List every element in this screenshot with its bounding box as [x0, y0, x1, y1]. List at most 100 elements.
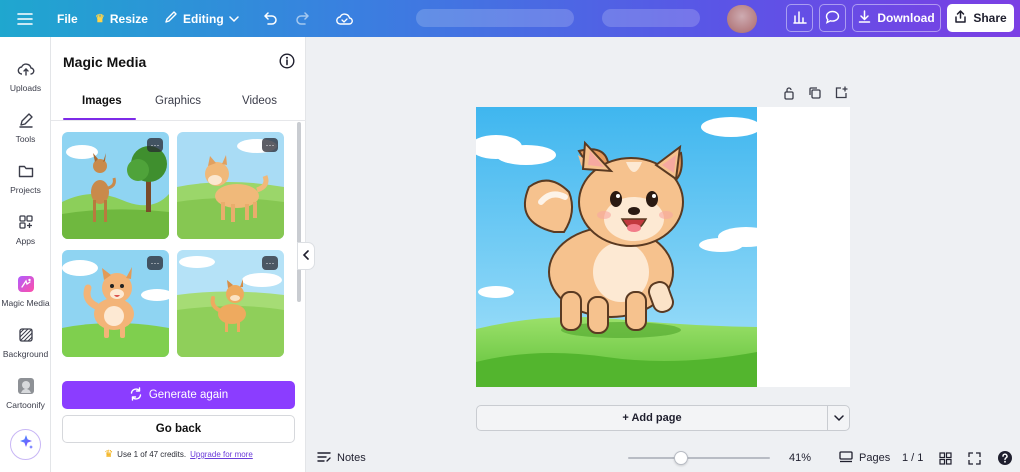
rail-item-background[interactable]: Background — [0, 325, 51, 359]
add-page-icon[interactable] — [834, 86, 848, 105]
cloud-saved-icon[interactable] — [336, 0, 353, 37]
zoom-slider-handle[interactable] — [674, 451, 688, 465]
download-button[interactable]: Download — [852, 4, 941, 32]
result-thumbnail-4[interactable]: ··· — [177, 250, 284, 357]
generate-again-button[interactable]: Generate again — [62, 381, 295, 409]
magic-media-icon — [16, 274, 36, 294]
file-menu[interactable]: File — [57, 0, 78, 37]
zoom-percentage[interactable]: 41% — [789, 444, 811, 472]
chevron-down-icon — [228, 12, 239, 26]
bottom-bar: Notes 41% Pages 1 / 1 — [306, 444, 1020, 472]
magic-assistant-button[interactable] — [10, 429, 41, 460]
resize-label: Resize — [109, 11, 148, 26]
magic-media-panel: Magic Media Images Graphics Videos ··· ·… — [51, 37, 306, 472]
pages-button[interactable]: Pages — [839, 444, 890, 472]
cartoonify-icon — [16, 376, 36, 396]
zoom-value: 41% — [789, 452, 812, 464]
zoom-slider-track[interactable] — [628, 457, 770, 459]
notes-label: Notes — [337, 452, 366, 464]
file-label: File — [57, 11, 78, 26]
add-page-button[interactable]: + Add page — [477, 406, 827, 430]
editing-mode-button[interactable]: Editing — [164, 0, 239, 37]
bar-chart-icon — [792, 10, 807, 27]
rail-item-label: Tools — [15, 134, 36, 144]
background-icon — [16, 325, 36, 345]
refresh-icon — [129, 386, 143, 404]
left-rail: Uploads Tools Projects Apps Magic Media … — [0, 37, 51, 472]
page-count-value: 1 / 1 — [902, 452, 924, 464]
collapse-panel-button[interactable] — [297, 242, 315, 270]
go-back-label: Go back — [155, 423, 202, 435]
tab-images[interactable]: Images — [82, 95, 122, 107]
rail-item-label: Projects — [10, 185, 41, 195]
result-thumbnail-3[interactable]: ··· — [62, 250, 169, 357]
rail-item-magic-media[interactable]: Magic Media — [0, 274, 51, 308]
info-icon[interactable] — [279, 53, 295, 74]
design-title-blurred[interactable] — [416, 9, 574, 27]
apps-icon — [16, 212, 36, 232]
team-name-blurred[interactable] — [602, 9, 700, 27]
editing-label: Editing — [183, 11, 224, 26]
share-icon — [954, 10, 967, 26]
result-thumbnail-2[interactable]: ··· — [177, 132, 284, 239]
crown-icon: ♛ — [95, 13, 105, 25]
insights-button[interactable] — [786, 4, 813, 32]
panel-scrollbar[interactable] — [297, 122, 301, 302]
upload-icon — [16, 59, 36, 79]
rail-item-cartoonify[interactable]: Cartoonify — [0, 376, 51, 410]
rail-item-label: Background — [2, 349, 49, 359]
resize-button[interactable]: ♛ Resize — [95, 0, 148, 37]
corgi-image-element[interactable] — [476, 107, 757, 387]
chevron-left-icon — [302, 247, 310, 265]
share-label: Share — [973, 11, 1007, 25]
pen-icon — [16, 110, 36, 130]
notes-icon — [317, 451, 331, 466]
pages-label: Pages — [859, 452, 891, 464]
chevron-down-icon — [834, 409, 844, 427]
upgrade-link[interactable]: Upgrade for more — [190, 450, 253, 459]
share-button[interactable]: Share — [947, 4, 1014, 32]
comment-button[interactable] — [819, 4, 846, 32]
lock-icon[interactable] — [782, 86, 796, 105]
more-options-button[interactable]: ··· — [147, 138, 163, 152]
rail-item-apps[interactable]: Apps — [0, 212, 51, 246]
duplicate-page-icon[interactable] — [808, 86, 822, 105]
notes-button[interactable]: Notes — [317, 444, 366, 472]
rail-item-tools[interactable]: Tools — [0, 110, 51, 144]
rail-item-uploads[interactable]: Uploads — [0, 59, 51, 93]
more-options-button[interactable]: ··· — [147, 256, 163, 270]
menu-icon[interactable] — [17, 0, 33, 37]
undo-icon[interactable] — [262, 0, 278, 37]
avatar[interactable] — [727, 5, 757, 33]
pages-icon — [839, 450, 853, 466]
rail-item-label: Apps — [15, 236, 36, 246]
redo-icon[interactable] — [295, 0, 311, 37]
credits-text: Use 1 of 47 credits. — [117, 450, 187, 459]
download-icon — [858, 10, 871, 26]
credits-info: ♛ Use 1 of 47 credits. Upgrade for more — [51, 449, 306, 460]
rail-item-projects[interactable]: Projects — [0, 161, 51, 195]
rail-item-label: Cartoonify — [6, 400, 45, 410]
add-page-control: + Add page — [476, 405, 850, 431]
grid-view-icon[interactable] — [939, 444, 952, 472]
go-back-button[interactable]: Go back — [62, 415, 295, 443]
tab-graphics[interactable]: Graphics — [155, 95, 201, 107]
add-page-options-button[interactable] — [828, 406, 850, 430]
result-thumbnail-1[interactable]: ··· — [62, 132, 169, 239]
more-options-button[interactable]: ··· — [262, 256, 278, 270]
sparkle-icon — [18, 434, 34, 455]
panel-title: Magic Media — [63, 54, 147, 70]
more-options-button[interactable]: ··· — [262, 138, 278, 152]
fullscreen-icon[interactable] — [968, 444, 981, 472]
active-tab-indicator — [63, 118, 136, 120]
faded-text-line — [63, 364, 293, 376]
rail-item-label: Uploads — [9, 83, 42, 93]
add-page-label: + Add page — [622, 412, 682, 424]
comment-icon — [825, 10, 840, 27]
tab-divider — [51, 120, 306, 121]
help-icon[interactable] — [997, 444, 1013, 472]
tab-videos[interactable]: Videos — [242, 95, 277, 107]
download-label: Download — [877, 11, 935, 25]
crown-icon: ♛ — [104, 449, 114, 460]
rail-item-label: Magic Media — [1, 298, 50, 308]
